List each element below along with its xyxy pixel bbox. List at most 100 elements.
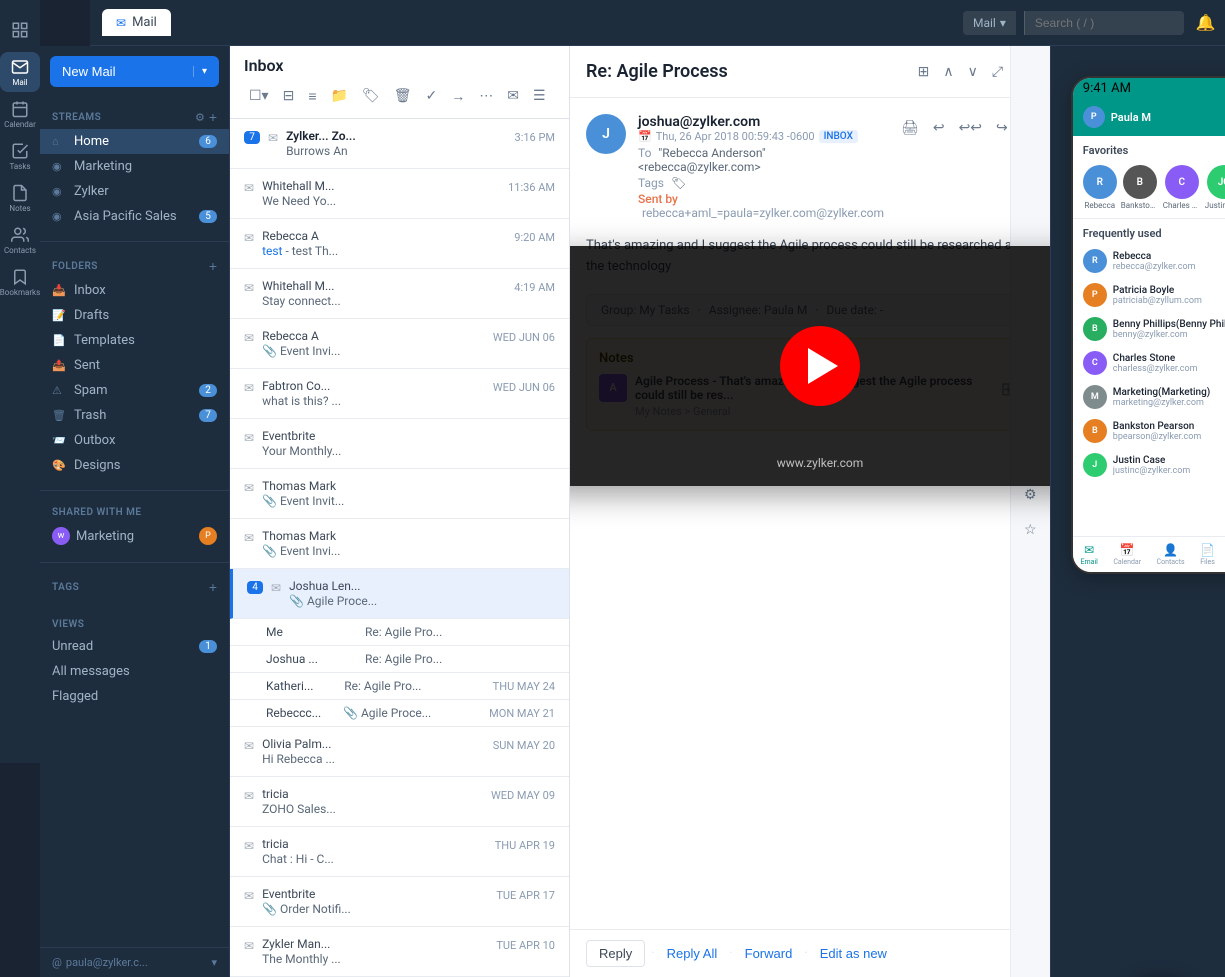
nav-calendar[interactable]: Calendar xyxy=(0,94,40,134)
video-overlay[interactable]: www.zylker.com xyxy=(570,246,1050,486)
tags-icon: 🏷 xyxy=(671,176,686,190)
nav-notes[interactable]: Notes xyxy=(0,178,40,218)
layout-btn[interactable]: ☰ xyxy=(528,83,551,108)
more-btn[interactable]: ⋯ xyxy=(474,83,498,108)
tags-add-btn[interactable]: + xyxy=(209,579,217,595)
sidebar-shared-marketing[interactable]: w Marketing P xyxy=(40,522,229,550)
sidebar-item-marketing[interactable]: ◉ Marketing xyxy=(40,154,229,179)
contact-rebecca[interactable]: R Rebecca rebecca@zylker.com ★ xyxy=(1073,244,1225,278)
popout-btn[interactable]: ⤢ xyxy=(987,58,1008,85)
star-btn[interactable]: ☆ xyxy=(1019,516,1042,543)
footer-chevron[interactable]: ▾ xyxy=(211,956,217,969)
reply-header-btn[interactable]: ↩ xyxy=(928,114,950,141)
contact-charles[interactable]: C Charles Stone charless@zylker.com ★ xyxy=(1073,346,1225,380)
compose-btn[interactable]: ✉ xyxy=(502,83,524,108)
expand-view-btn[interactable]: ⊞ xyxy=(913,58,935,85)
sidebar-item-all-messages[interactable]: All messages xyxy=(40,659,229,684)
mail-item-3[interactable]: ✉ Rebecca A test - test Th... 9:20 AM xyxy=(230,219,569,269)
prev-mail-btn[interactable]: ∧ xyxy=(938,58,958,85)
mail-item-1[interactable]: 7 ✉ Zylker... Zo... Burrows An 3:16 PM xyxy=(230,119,569,169)
new-mail-button[interactable]: New Mail ▾ xyxy=(50,56,219,87)
search-scope-selector[interactable]: Mail ▾ xyxy=(963,11,1016,35)
folder-btn[interactable]: 📁 xyxy=(325,83,352,108)
nav-tasks[interactable]: Tasks xyxy=(0,136,40,176)
sidebar-item-designs[interactable]: 🎨 Designs xyxy=(40,453,229,478)
next-mail-btn[interactable]: ∨ xyxy=(963,58,983,85)
mobile-nav-files[interactable]: 📄 Files xyxy=(1200,543,1215,566)
contact-justin[interactable]: J Justin Case justinc@zylker.com ★ xyxy=(1073,448,1225,482)
folders-add-btn[interactable]: + xyxy=(209,258,217,274)
sidebar-item-templates[interactable]: 📄 Templates xyxy=(40,328,229,353)
mail-item-15[interactable]: ✉ Zykler Man... The Monthly ... TUE APR … xyxy=(230,927,569,977)
sidebar-item-zylker[interactable]: ◉ Zylker xyxy=(40,179,229,204)
mail-item-11[interactable]: ✉ Olivia Palm... Hi Rebecca ... SUN MAY … xyxy=(230,727,569,777)
filter-btn[interactable]: ⊟ xyxy=(278,83,300,108)
mobile-nav-calendar[interactable]: 📅 Calendar xyxy=(1113,543,1141,566)
contact-email-marketing: marketing@zylker.com xyxy=(1113,398,1225,408)
mail-item-10[interactable]: 4 ✉ Joshua Len... 📎 Agile Proce... xyxy=(230,569,569,619)
sidebar-item-home[interactable]: ⌂ Home 6 xyxy=(40,129,229,154)
thread-time-4: MON MAY 21 xyxy=(489,707,555,720)
sidebar-item-inbox[interactable]: 📥 Inbox xyxy=(40,278,229,303)
mail-item-12[interactable]: ✉ tricia ZOHO Sales... WED MAY 09 xyxy=(230,777,569,827)
notification-bell[interactable]: 🔔 xyxy=(1192,9,1220,37)
mail-item-6[interactable]: ✉ Fabtron Co... what is this? ... WED JU… xyxy=(230,369,569,419)
mail-item-13[interactable]: ✉ tricia Chat : Hi - C... THU APR 19 xyxy=(230,827,569,877)
mark-btn[interactable]: ✓ xyxy=(420,83,442,108)
tag-btn[interactable]: 🏷 xyxy=(357,83,385,108)
nav-grid[interactable] xyxy=(0,10,40,50)
contact-bankston[interactable]: B Bankston Pearson bpearson@zylker.com ★ xyxy=(1073,414,1225,448)
fav-rebecca[interactable]: R Rebecca xyxy=(1083,165,1117,210)
mail-item-2[interactable]: ✉ Whitehall M... We Need Yo... 11:36 AM xyxy=(230,169,569,219)
sidebar-item-spam[interactable]: ⚠ Spam 2 xyxy=(40,378,229,403)
fav-charles[interactable]: C Charles S... xyxy=(1163,165,1201,210)
sidebar-item-outbox[interactable]: 📨 Outbox xyxy=(40,428,229,453)
sidebar-item-flagged[interactable]: Flagged xyxy=(40,684,229,709)
video-play-button[interactable] xyxy=(780,326,860,406)
print-btn[interactable]: 🖨 xyxy=(896,114,924,141)
sidebar-item-asia-pacific[interactable]: ◉ Asia Pacific Sales 5 xyxy=(40,204,229,229)
mail-tab[interactable]: ✉ Mail xyxy=(102,9,171,36)
nav-contacts[interactable]: Contacts xyxy=(0,220,40,260)
thread-item-3[interactable]: Katheri... Re: Agile Pro... THU MAY 24 xyxy=(230,673,569,700)
forward-button[interactable]: Forward xyxy=(739,941,799,966)
sidebar-item-sent[interactable]: 📤 Sent xyxy=(40,353,229,378)
reply-button[interactable]: Reply xyxy=(586,940,645,967)
delete-btn[interactable]: 🗑 xyxy=(389,83,417,108)
mail-envelope-icon-3: ✉ xyxy=(244,231,254,245)
contact-benny[interactable]: B Benny Phillips(Benny Phillips) benny@z… xyxy=(1073,312,1225,346)
sidebar-item-trash[interactable]: 🗑 Trash 7 xyxy=(40,403,229,428)
thread-subject-3: Re: Agile Pro... xyxy=(344,679,484,693)
search-input[interactable] xyxy=(1024,11,1184,35)
thread-item-4[interactable]: Rebeccc... 📎 Agile Proce... MON MAY 21 xyxy=(230,700,569,727)
thread-item-2[interactable]: Joshua ... Re: Agile Pro... xyxy=(230,646,569,673)
mobile-nav-email[interactable]: ✉ Email xyxy=(1081,543,1098,566)
mail-item-4[interactable]: ✉ Whitehall M... Stay connect... 4:19 AM xyxy=(230,269,569,319)
contact-patricia[interactable]: P Patricia Boyle patriciab@zyllum.com ☆ xyxy=(1073,278,1225,312)
fav-justin[interactable]: JC Justin Case xyxy=(1205,165,1225,210)
nav-bookmarks[interactable]: Bookmarks xyxy=(0,262,40,302)
sidebar-item-drafts[interactable]: 📝 Drafts xyxy=(40,303,229,328)
contact-name-justin: Justin Case xyxy=(1113,455,1225,466)
contact-marketing[interactable]: M Marketing(Marketing) marketing@zylker.… xyxy=(1073,380,1225,414)
move-btn[interactable]: → xyxy=(446,84,470,108)
edit-as-new-button[interactable]: Edit as new xyxy=(814,941,893,966)
thread-item-1[interactable]: Me Re: Agile Pro... xyxy=(230,619,569,646)
mail-item-5[interactable]: ✉ Rebecca A 📎 Event Invi... WED JUN 06 xyxy=(230,319,569,369)
new-mail-arrow[interactable]: ▾ xyxy=(193,66,207,77)
nav-mail[interactable]: Mail xyxy=(0,52,40,92)
group-btn[interactable]: ≡ xyxy=(303,84,321,108)
mobile-nav-contacts[interactable]: 👤 Contacts xyxy=(1157,543,1185,566)
sidebar-item-unread[interactable]: Unread 1 xyxy=(40,634,229,659)
select-all-btn[interactable]: ☐▾ xyxy=(244,83,274,108)
streams-settings-btn[interactable]: ⚙ xyxy=(195,109,205,125)
mail-item-7[interactable]: ✉ Eventbrite Your Monthly... xyxy=(230,419,569,469)
streams-add-btn[interactable]: + xyxy=(209,109,217,125)
mail-item-14[interactable]: ✉ Eventbrite 📎 Order Notifi... TUE APR 1… xyxy=(230,877,569,927)
fav-bankston[interactable]: B Bankston... xyxy=(1121,165,1159,210)
mail-item-8[interactable]: ✉ Thomas Mark 📎 Event Invit... xyxy=(230,469,569,519)
reply-all-header-btn[interactable]: ↩↩ xyxy=(954,114,987,141)
mail-item-9[interactable]: ✉ Thomas Mark 📎 Event Invi... xyxy=(230,519,569,569)
reply-all-button[interactable]: Reply All xyxy=(661,941,724,966)
shared-title: SHARED WITH ME xyxy=(40,503,229,522)
